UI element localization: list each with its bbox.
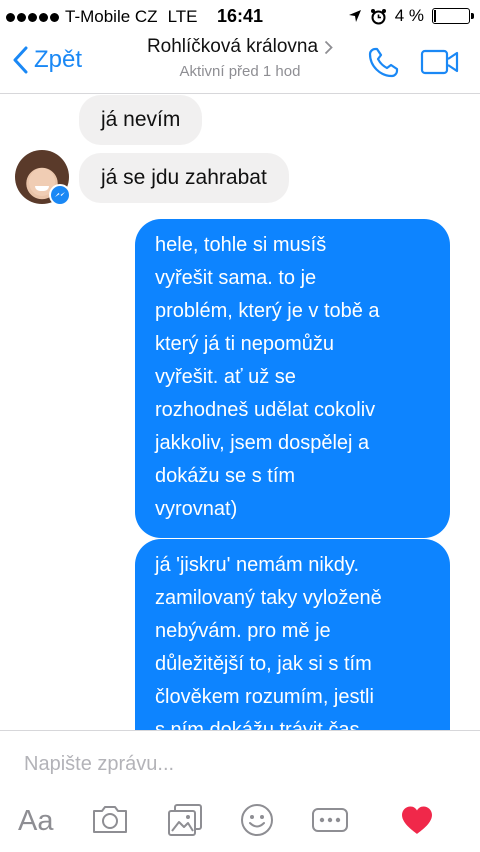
sticker-button[interactable] xyxy=(240,803,274,842)
battery-fill xyxy=(434,10,436,22)
incoming-message[interactable]: já nevím xyxy=(79,95,203,145)
message-line: dokážu se s tím xyxy=(155,465,296,487)
call-button[interactable] xyxy=(366,46,400,85)
message-thread[interactable]: já nevím já se jdu zahrabat hele, tohle … xyxy=(0,94,480,730)
message-input[interactable]: Napište zprávu... xyxy=(24,753,174,776)
composer-toolbar: Aa xyxy=(0,797,480,847)
message-line: vyrovnat) xyxy=(155,498,238,520)
message-line: zamilovaný taky vyloženě xyxy=(155,587,382,609)
video-camera-icon xyxy=(420,49,459,75)
contact-avatar[interactable] xyxy=(15,150,71,206)
message-line: člověkem rozumím, jestli xyxy=(155,686,374,708)
message-line: nebývám. pro mě je xyxy=(155,620,331,642)
incoming-message[interactable]: já se jdu zahrabat xyxy=(79,153,289,203)
outgoing-message[interactable]: já 'jiskru' nemám nikdy. zamilovaný taky… xyxy=(135,539,450,730)
sticker-smile-icon xyxy=(241,804,273,836)
more-options-button[interactable] xyxy=(311,807,349,838)
active-status: Aktivní před 1 hod xyxy=(179,63,301,80)
camera-icon xyxy=(93,806,127,833)
gallery-button[interactable] xyxy=(167,803,203,842)
composer: Napište zprávu... Aa xyxy=(0,730,480,852)
location-arrow-icon xyxy=(348,10,361,22)
more-icon xyxy=(312,808,348,832)
outgoing-message[interactable]: hele, tohle si musíš vyřešit sama. to je… xyxy=(135,219,450,538)
message-line: s ním dokážu trávit čas xyxy=(155,719,360,730)
conversation-header: Zpět Rohlíčková královna Aktivní před 1 … xyxy=(0,32,480,94)
message-line: já 'jiskru' nemám nikdy. xyxy=(155,554,359,576)
message-line: vyřešit sama. to je xyxy=(155,267,317,289)
heart-icon xyxy=(402,806,432,834)
battery-percent: 4 % xyxy=(394,6,424,25)
camera-button[interactable] xyxy=(91,803,129,840)
chevron-right-icon xyxy=(324,40,333,54)
text-format-button[interactable]: Aa xyxy=(18,805,53,838)
gallery-icon xyxy=(168,804,202,836)
message-line: hele, tohle si musíš xyxy=(155,234,327,256)
phone-icon xyxy=(368,47,399,78)
status-bar: T-Mobile CZ LTE 16:41 4 % xyxy=(0,0,480,32)
message-line: problém, který je v tobě a xyxy=(155,300,380,322)
like-button[interactable] xyxy=(400,805,434,840)
contact-title[interactable]: Rohlíčková královna Aktivní před 1 hod xyxy=(0,36,480,80)
contact-name: Rohlíčková královna xyxy=(146,36,319,57)
message-line: důležitější to, jak si s tím xyxy=(155,653,372,675)
messenger-badge-icon xyxy=(49,184,71,206)
battery-icon xyxy=(432,8,474,24)
video-call-button[interactable] xyxy=(420,48,460,81)
message-line: jakkoliv, jsem dospělej a xyxy=(155,432,370,454)
message-line: který já ti nepomůžu xyxy=(155,333,334,355)
alarm-clock-icon xyxy=(370,8,386,24)
message-line: rozhodneš udělat cokoliv xyxy=(155,399,376,421)
message-line: vyřešit. ať už se xyxy=(155,366,296,388)
status-right: 4 % xyxy=(348,6,474,26)
